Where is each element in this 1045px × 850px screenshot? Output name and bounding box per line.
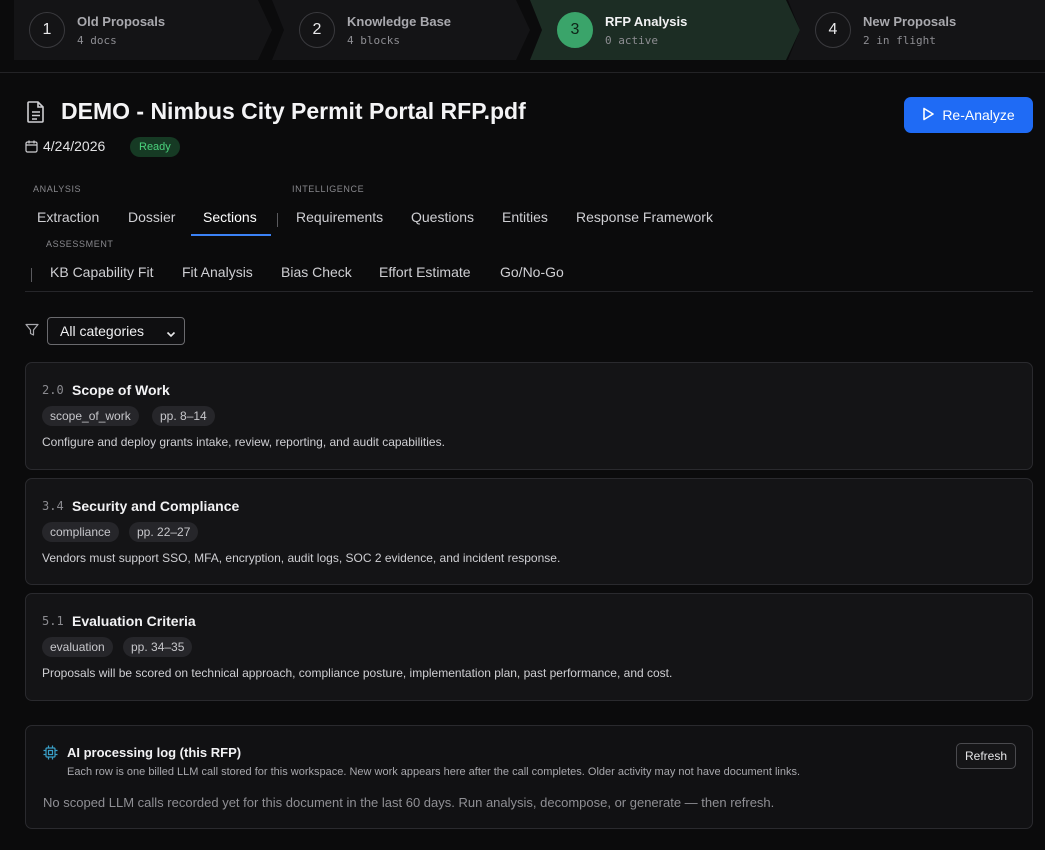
tab-group-label-assessment: ASSESSMENT (46, 239, 114, 249)
tab-bias-check[interactable]: Bias Check (281, 264, 352, 280)
section-description: Vendors must support SSO, MFA, encryptio… (42, 551, 561, 565)
chevron-down-icon (166, 326, 176, 342)
page-title: DEMO - Nimbus City Permit Portal RFP.pdf (61, 98, 526, 124)
re-analyze-label: Re-Analyze (942, 107, 1015, 123)
divider (25, 291, 1033, 292)
step-subtitle: 0 active (605, 34, 658, 47)
step-subtitle: 4 docs (77, 34, 117, 47)
step-number: 4 (815, 12, 851, 48)
step-number: 3 (557, 12, 593, 48)
tab-requirements[interactable]: Requirements (296, 209, 383, 225)
tab-separator (277, 213, 278, 227)
tab-go-no-go[interactable]: Go/No-Go (500, 264, 564, 280)
tab-response-framework[interactable]: Response Framework (576, 209, 713, 225)
calendar-icon (25, 140, 38, 158)
category-tag: compliance (42, 522, 119, 542)
category-select[interactable]: All categories (47, 317, 185, 345)
step-number: 1 (29, 12, 65, 48)
section-number: 2.0 (42, 383, 64, 397)
document-date: 4/24/2026 (43, 138, 106, 154)
step-old-proposals[interactable]: 1 Old Proposals 4 docs (14, 0, 272, 60)
section-card[interactable]: 2.0 Scope of Work scope_of_work pp. 8–14… (25, 362, 1033, 470)
step-subtitle: 4 blocks (347, 34, 400, 47)
step-title: Old Proposals (77, 14, 166, 29)
tab-group-label-intelligence: INTELLIGENCE (292, 184, 365, 194)
workflow-stepper: 1 Old Proposals 4 docs 2 Knowledge Base … (0, 0, 1045, 60)
ai-processing-log-panel: AI processing log (this RFP) Each row is… (25, 725, 1033, 829)
tab-extraction[interactable]: Extraction (37, 209, 99, 225)
tab-group-label-analysis: ANALYSIS (33, 184, 82, 194)
log-empty-message: No scoped LLM calls recorded yet for thi… (43, 795, 775, 810)
log-subtitle: Each row is one billed LLM call stored f… (67, 766, 801, 778)
step-new-proposals[interactable]: 4 New Proposals 2 in flight (788, 0, 1045, 60)
category-tag: scope_of_work (42, 406, 139, 426)
section-title: Security and Compliance (72, 498, 240, 514)
step-title: New Proposals (863, 14, 957, 29)
document-icon (25, 100, 47, 129)
step-title: Knowledge Base (347, 14, 452, 29)
tab-effort-estimate[interactable]: Effort Estimate (379, 264, 471, 280)
step-knowledge-base[interactable]: 2 Knowledge Base 4 blocks (272, 0, 530, 60)
step-title: RFP Analysis (605, 14, 688, 29)
status-badge: Ready (130, 137, 180, 157)
step-number: 2 (299, 12, 335, 48)
step-rfp-analysis[interactable]: 3 RFP Analysis 0 active (530, 0, 800, 60)
page-range-tag: pp. 8–14 (152, 406, 215, 426)
page-range-tag: pp. 34–35 (123, 637, 193, 657)
re-analyze-button[interactable]: Re-Analyze (904, 97, 1033, 133)
section-number: 5.1 (42, 614, 64, 628)
section-number: 3.4 (42, 499, 64, 513)
tab-kb-capability-fit[interactable]: KB Capability Fit (50, 264, 153, 280)
section-title: Evaluation Criteria (72, 613, 196, 629)
cpu-chip-icon (43, 745, 58, 765)
section-card[interactable]: 5.1 Evaluation Criteria evaluation pp. 3… (25, 593, 1033, 701)
section-description: Proposals will be scored on technical ap… (42, 666, 673, 680)
tab-sections[interactable]: Sections (203, 209, 257, 225)
tab-dossier[interactable]: Dossier (128, 209, 175, 225)
section-description: Configure and deploy grants intake, revi… (42, 435, 445, 449)
category-select-value: All categories (60, 323, 145, 339)
tab-fit-analysis[interactable]: Fit Analysis (182, 264, 253, 280)
page-range-tag: pp. 22–27 (129, 522, 199, 542)
section-card[interactable]: 3.4 Security and Compliance compliance p… (25, 478, 1033, 585)
refresh-button[interactable]: Refresh (956, 743, 1016, 769)
section-title: Scope of Work (72, 382, 170, 398)
tab-entities[interactable]: Entities (502, 209, 548, 225)
category-tag: evaluation (42, 637, 113, 657)
active-tab-indicator (191, 234, 271, 236)
tab-questions[interactable]: Questions (411, 209, 474, 225)
step-subtitle: 2 in flight (863, 34, 936, 47)
divider (0, 72, 1045, 73)
filter-icon (25, 323, 39, 342)
log-title: AI processing log (this RFP) (67, 745, 242, 760)
tab-separator (31, 268, 32, 282)
play-icon (922, 107, 935, 124)
